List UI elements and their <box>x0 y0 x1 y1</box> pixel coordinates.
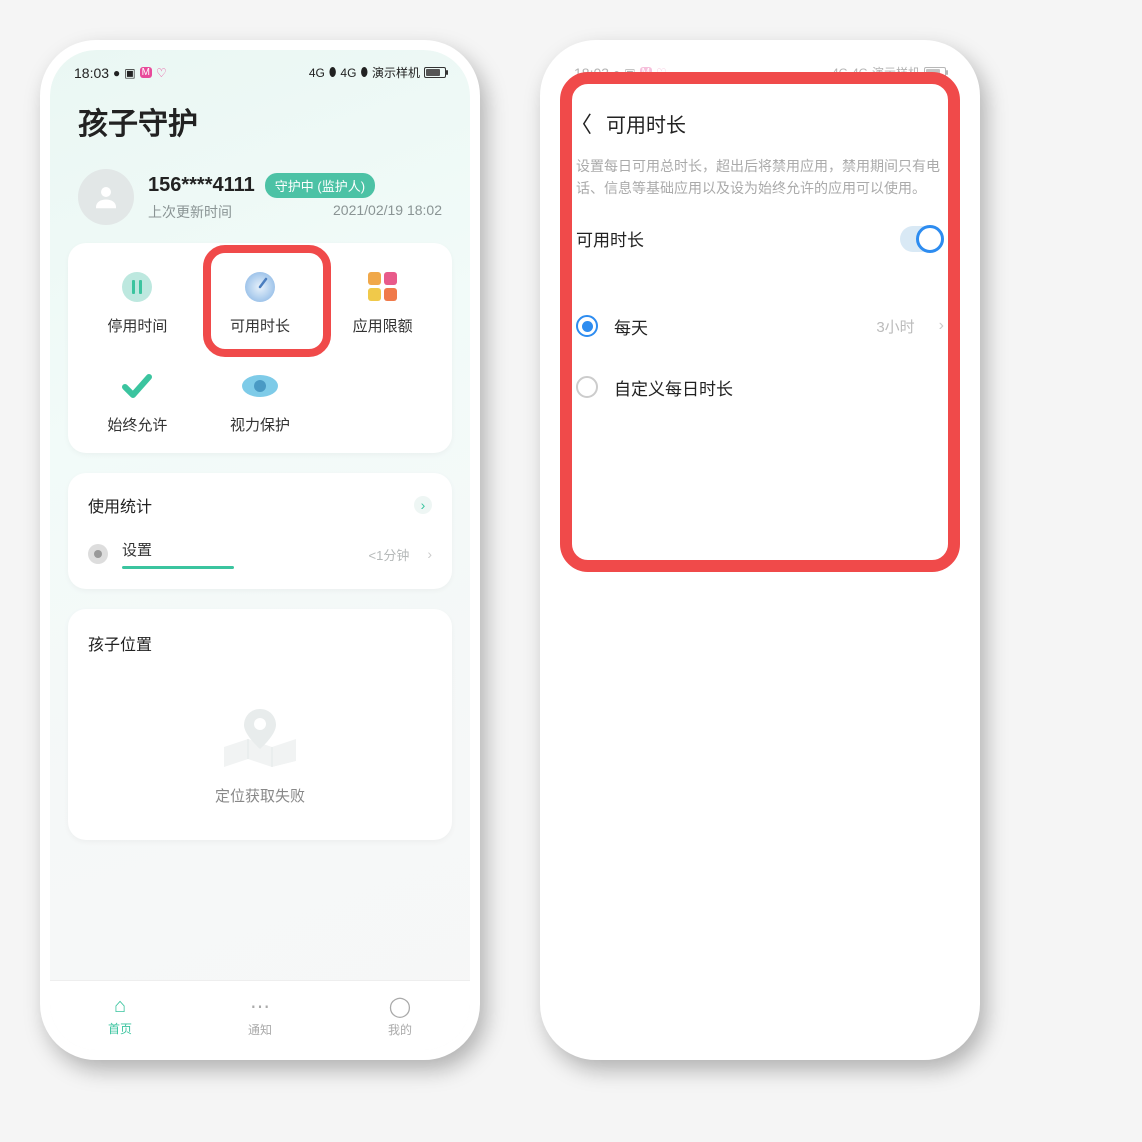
radio-checked-icon <box>576 315 598 337</box>
carrier-label: 演示样机 <box>372 64 420 81</box>
profile-section: 156****4111 守护中 (监护人) 上次更新时间 2021/02/19 … <box>50 159 470 243</box>
pause-icon <box>117 267 157 307</box>
option-label: 自定义每日时长 <box>614 375 944 400</box>
stats-item-time: <1分钟 <box>369 545 410 564</box>
chevron-right-icon: › <box>939 317 944 335</box>
phone-frame-left: 18:03 ● ▣ M ♡ 4G ⬮ 4G ⬮ 演示样机 孩子守护 <box>40 40 480 1060</box>
stats-item-name: 设置 <box>122 539 355 560</box>
back-button[interactable]: 〈 <box>570 107 592 139</box>
last-update-label: 上次更新时间 <box>148 202 232 222</box>
chat-icon: ● <box>613 66 620 80</box>
feature-available-time[interactable]: 可用时长 <box>199 263 322 348</box>
page-title: 可用时长 <box>606 109 686 138</box>
status-time: 18:03 <box>74 65 109 81</box>
option-custom[interactable]: 自定义每日时长 <box>550 357 970 418</box>
location-card[interactable]: 孩子位置 定位获取失败 <box>68 609 452 840</box>
app-icon: M <box>640 67 652 78</box>
status-bar: 18:03 ● ▣ M ♡ 4G 4G 演示样机 <box>550 50 970 85</box>
feature-app-quota[interactable]: 应用限额 <box>321 263 444 348</box>
toggle-label: 可用时长 <box>576 226 644 251</box>
avatar[interactable] <box>78 169 134 225</box>
map-pin-icon <box>220 703 300 767</box>
signal-bars-icon: ⬮ <box>329 65 337 80</box>
status-bar: 18:03 ● ▣ M ♡ 4G ⬮ 4G ⬮ 演示样机 <box>50 50 470 85</box>
card-icon: ▣ <box>624 66 635 80</box>
status-time: 18:03 <box>574 65 609 81</box>
page-title: 孩子守护 <box>50 85 470 159</box>
stats-title: 使用统计 <box>88 493 152 517</box>
feature-label: 可用时长 <box>230 315 290 336</box>
battery-icon <box>924 67 946 78</box>
person-icon: ◯ <box>389 994 411 1019</box>
phone-frame-right: 18:03 ● ▣ M ♡ 4G 4G 演示样机 〈 可用时长 设置每日可用总时… <box>540 40 980 1060</box>
carrier-label: 演示样机 <box>872 64 920 81</box>
feature-label: 始终允许 <box>107 414 167 435</box>
apps-icon <box>363 267 403 307</box>
heart-icon: ♡ <box>156 66 167 80</box>
person-icon <box>91 182 121 212</box>
feature-label: 视力保护 <box>230 414 290 435</box>
usage-stats-card[interactable]: 使用统计 › 设置 <1分钟 › <box>68 473 452 589</box>
option-daily[interactable]: 每天 3小时 › <box>550 296 970 357</box>
check-icon <box>117 366 157 406</box>
nav-label: 我的 <box>388 1021 412 1038</box>
home-icon: ⌂ <box>114 995 126 1018</box>
nav-notify[interactable]: ⋯ 通知 <box>190 981 330 1050</box>
message-icon: ⋯ <box>250 994 270 1019</box>
heart-icon: ♡ <box>656 66 667 80</box>
battery-icon <box>424 67 446 78</box>
nav-label: 通知 <box>248 1021 272 1038</box>
chat-icon: ● <box>113 66 120 80</box>
usage-bar <box>122 566 234 569</box>
location-title: 孩子位置 <box>88 631 432 655</box>
signal-4g-1: 4G <box>309 66 325 80</box>
radio-unchecked-icon <box>576 376 598 398</box>
option-value: 3小时 <box>876 316 914 337</box>
available-time-toggle-row[interactable]: 可用时长 <box>550 210 970 268</box>
phone-number: 156****4111 <box>148 174 255 197</box>
feature-label: 应用限额 <box>353 315 413 336</box>
bottom-nav: ⌂ 首页 ⋯ 通知 ◯ 我的 <box>50 980 470 1050</box>
nav-home[interactable]: ⌂ 首页 <box>50 981 190 1050</box>
feature-pause-time[interactable]: 停用时间 <box>76 263 199 348</box>
stats-item-settings[interactable]: 设置 <1分钟 › <box>88 539 432 569</box>
chevron-right-icon: › <box>427 546 432 562</box>
feature-label: 停用时间 <box>107 315 167 336</box>
gear-icon <box>88 544 108 564</box>
description-text: 设置每日可用总时长，超出后将禁用应用，禁用期间只有电话、信息等基础应用以及设为始… <box>550 153 970 210</box>
clock-icon <box>240 267 280 307</box>
eye-icon <box>240 366 280 406</box>
location-fail-text: 定位获取失败 <box>215 785 305 806</box>
last-update-value: 2021/02/19 18:02 <box>333 202 442 222</box>
nav-mine[interactable]: ◯ 我的 <box>330 981 470 1050</box>
signal-4g-2: 4G <box>852 66 868 80</box>
toggle-switch[interactable] <box>900 226 944 252</box>
feature-vision-protect[interactable]: 视力保护 <box>199 362 322 447</box>
signal-4g-2: 4G <box>340 66 356 80</box>
app-icon: M <box>140 67 152 78</box>
option-label: 每天 <box>614 314 860 339</box>
signal-4g-1: 4G <box>832 66 848 80</box>
status-badge: 守护中 (监护人) <box>265 173 375 198</box>
card-icon: ▣ <box>124 66 135 80</box>
chevron-right-icon: › <box>414 496 432 514</box>
nav-label: 首页 <box>108 1020 132 1037</box>
signal-bars-icon: ⬮ <box>360 65 368 80</box>
feature-always-allow[interactable]: 始终允许 <box>76 362 199 447</box>
